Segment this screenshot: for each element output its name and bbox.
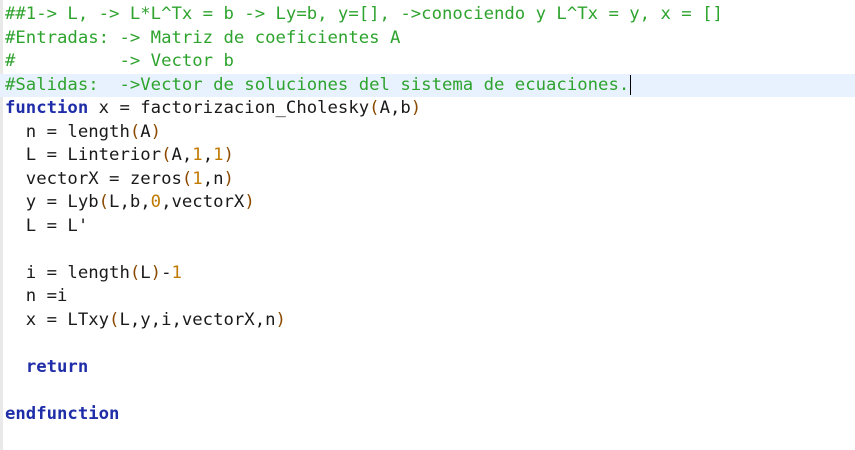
code-line[interactable]: return (5, 356, 855, 380)
code-line[interactable]: vectorX = zeros(1,n) (5, 168, 855, 192)
code-line-comment[interactable]: # -> Vector b (5, 50, 855, 74)
token-keyword: endfunction (5, 403, 120, 424)
token-paren: ( (98, 192, 110, 212)
token-paren: ) (410, 98, 422, 118)
token-ident: x = LTxy (5, 309, 110, 330)
code-line[interactable]: n =i (5, 285, 855, 309)
token-paren: ) (275, 309, 286, 330)
token-paren: ( (129, 121, 141, 142)
code-line-blank[interactable] (5, 238, 855, 262)
token-keyword: return (25, 356, 89, 377)
token-paren: ( (181, 168, 193, 189)
token-ident: vectorX = zeros (5, 168, 182, 189)
code-line[interactable]: L = Linterior(A,1,1) (5, 144, 855, 168)
token-comment: #Entradas: -> Matriz de coeficientes A (5, 27, 401, 48)
token-ident: L = Linterior (5, 145, 162, 165)
token-ident: n =i (5, 286, 68, 306)
code-line[interactable]: endfunction (5, 403, 855, 427)
code-line-comment[interactable]: ##1-> L, -> L*L^Tx = b -> Ly=b, y=[], ->… (5, 3, 855, 27)
token-paren: ) (223, 168, 234, 189)
token-ident: L,y,i,vectorX,n (119, 309, 276, 330)
token-paren: ) (150, 121, 162, 142)
token-ident: ,vectorX (161, 192, 245, 212)
token-number: 1 (192, 168, 203, 189)
token-comment: ##1-> L, -> L*L^Tx = b -> Ly=b, y=[], ->… (5, 4, 723, 24)
token-ident: y = Lyb (5, 192, 99, 212)
token-number: 1 (192, 145, 203, 165)
code-line[interactable]: i = length(L)-1 (5, 262, 855, 286)
token-number: 0 (150, 192, 162, 212)
token-ident: ,n (202, 168, 224, 189)
code-line[interactable]: x = LTxy(L,y,i,vectorX,n) (5, 309, 855, 333)
token-comment: #Salidas: ->Vector de soluciones del sis… (5, 74, 630, 95)
text-caret (630, 74, 632, 95)
token-ident: , (202, 145, 214, 165)
token-ident: n = length (5, 121, 130, 142)
token-ident: L (140, 262, 151, 283)
token-ident: - (161, 262, 172, 283)
code-editor[interactable]: ##1-> L, -> L*L^Tx = b -> Ly=b, y=[], ->… (0, 0, 855, 450)
token-paren: ( (161, 145, 172, 165)
code-lines[interactable]: ##1-> L, -> L*L^Tx = b -> Ly=b, y=[], ->… (0, 3, 855, 427)
token-ident: L,b, (109, 192, 151, 212)
code-line-comment[interactable]: #Entradas: -> Matriz de coeficientes A (5, 27, 855, 51)
token-number: 1 (171, 262, 182, 283)
token-ident: A, (171, 145, 193, 165)
code-line[interactable]: function x = factorizacion_Cholesky(A,b) (5, 97, 855, 121)
code-line-comment[interactable]: #Salidas: ->Vector de soluciones del sis… (0, 73, 855, 97)
token-number: 1 (213, 145, 224, 165)
token-ident: i = length (5, 262, 130, 283)
token-comment: # -> Vector b (5, 51, 234, 71)
editor-left-margin (0, 0, 3, 450)
code-line[interactable]: L = L' (5, 215, 855, 239)
token-ident (5, 357, 26, 377)
code-line-blank[interactable] (5, 379, 855, 403)
token-keyword: function (5, 98, 89, 118)
token-ident: L = L' (5, 215, 89, 236)
code-line[interactable]: n = length(A) (5, 121, 855, 145)
code-line-blank[interactable] (5, 332, 855, 356)
token-paren: ) (223, 145, 234, 165)
token-paren: ( (129, 262, 141, 283)
token-ident: A,b (379, 98, 411, 118)
token-ident: A (140, 121, 151, 142)
token-ident: x = factorizacion_Cholesky (88, 98, 370, 118)
token-paren: ( (369, 98, 380, 118)
token-paren: ) (244, 192, 255, 212)
code-line[interactable]: y = Lyb(L,b,0,vectorX) (5, 191, 855, 215)
token-paren: ( (109, 309, 120, 330)
token-paren: ) (150, 262, 162, 283)
